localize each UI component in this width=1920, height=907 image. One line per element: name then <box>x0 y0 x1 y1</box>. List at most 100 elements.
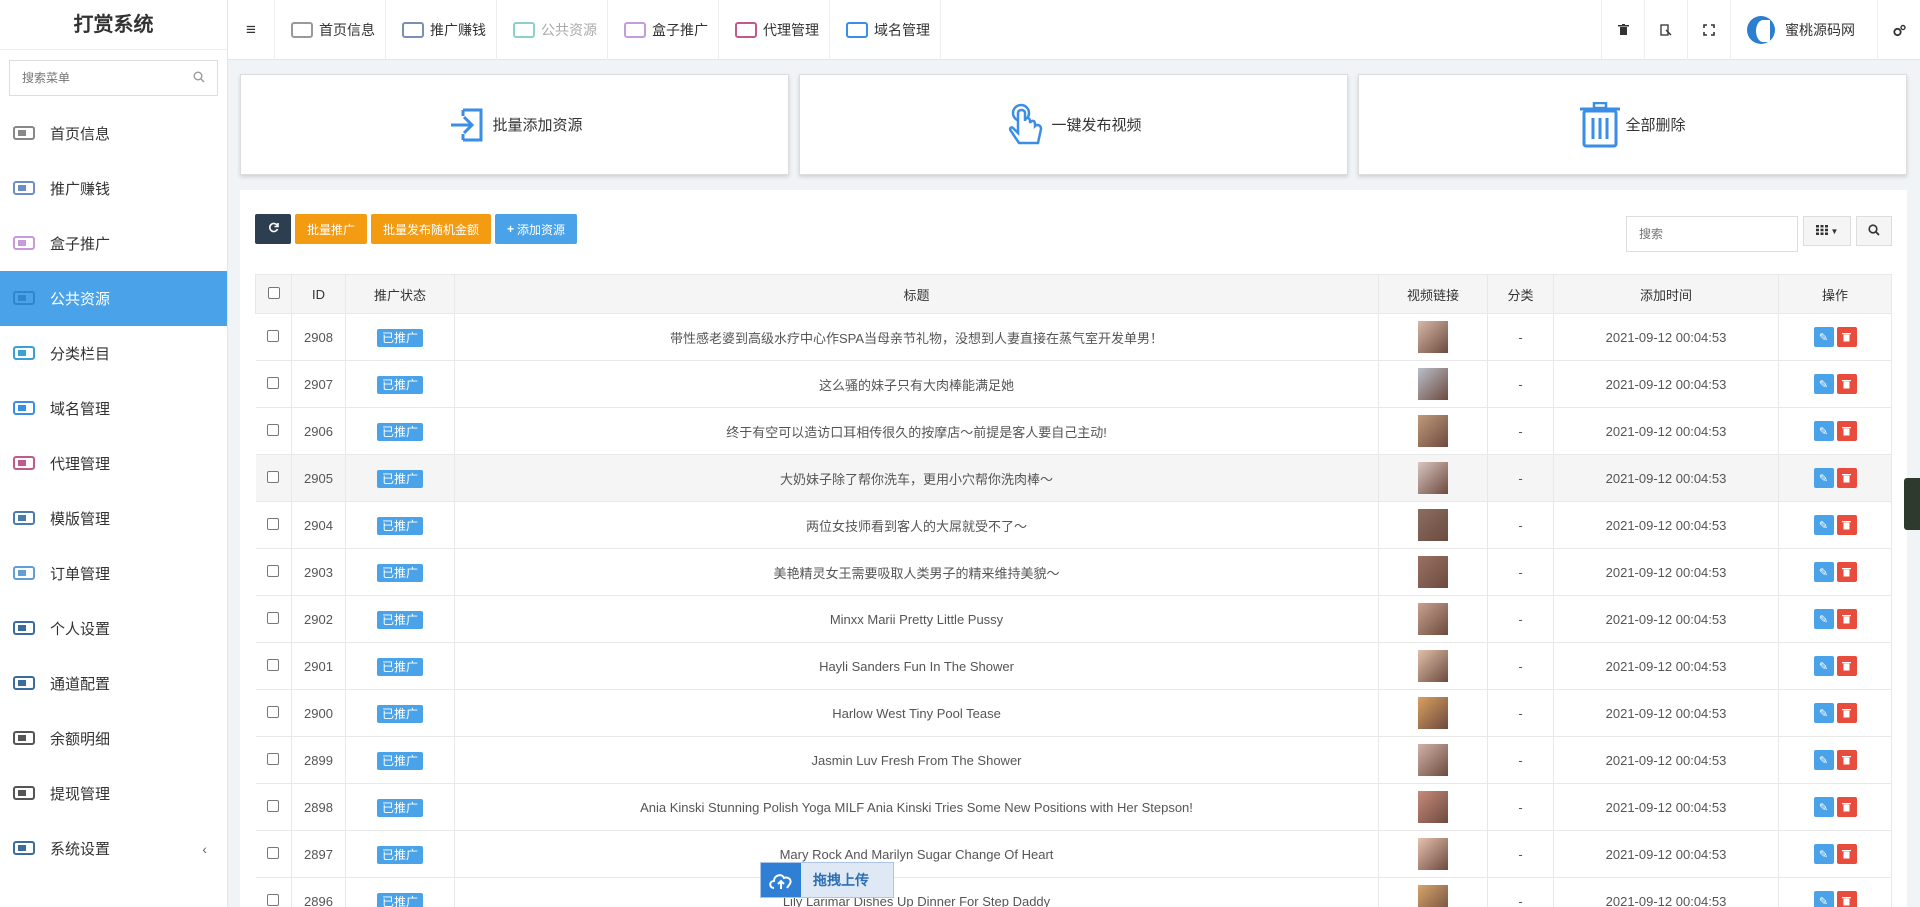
batch-add-card[interactable]: 批量添加资源 <box>240 74 789 175</box>
delete-icon[interactable] <box>1836 515 1857 535</box>
row-checkbox[interactable] <box>267 611 280 624</box>
sidebar-item-domain[interactable]: 域名管理 <box>0 381 227 436</box>
delete-icon[interactable] <box>1836 327 1857 347</box>
table-row[interactable]: 2908 已推广 带性感老婆到高级水疗中心作SPA当母亲节礼物，没想到人妻直接在蒸气… <box>255 313 1892 361</box>
row-checkbox[interactable] <box>267 846 280 859</box>
fullscreen-icon[interactable] <box>1687 0 1730 60</box>
col-header-category[interactable]: 分类 <box>1487 274 1554 314</box>
batch-promote-button[interactable]: 批量推广 <box>295 214 368 244</box>
table-row[interactable]: 2897 已推广 Mary Rock And Marilyn Sugar Chang… <box>255 830 1892 878</box>
row-checkbox[interactable] <box>267 564 280 577</box>
edit-icon[interactable]: ✎ <box>1813 797 1834 817</box>
menu-search[interactable] <box>9 60 218 96</box>
sidebar-item-channel[interactable]: 通道配置 <box>0 656 227 711</box>
batch-random-amount-button[interactable]: 批量发布随机金额 <box>371 214 492 244</box>
col-header-time[interactable]: 添加时间 <box>1553 274 1779 314</box>
delete-icon[interactable] <box>1836 468 1857 488</box>
delete-icon[interactable] <box>1836 609 1857 629</box>
video-thumbnail[interactable] <box>1418 368 1448 400</box>
video-thumbnail[interactable] <box>1418 697 1448 729</box>
sidebar-item-category[interactable]: 分类栏目 <box>0 326 227 381</box>
sidebar-item-order[interactable]: 订单管理 <box>0 546 227 601</box>
col-header-id[interactable]: ID <box>291 274 346 314</box>
row-checkbox[interactable] <box>267 329 280 342</box>
edit-icon[interactable]: ✎ <box>1813 421 1834 441</box>
settings-gear-icon[interactable] <box>1877 0 1920 60</box>
add-resource-button[interactable]: + 添加资源 <box>495 214 578 244</box>
sidebar-item-settings[interactable]: 系统设置 ‹ <box>0 821 227 876</box>
row-checkbox[interactable] <box>267 376 280 389</box>
row-checkbox[interactable] <box>267 517 280 530</box>
sidebar-item-promote[interactable]: 推广赚钱 <box>0 161 227 216</box>
row-checkbox[interactable] <box>267 752 280 765</box>
clear-cache-icon[interactable] <box>1644 0 1687 60</box>
row-checkbox[interactable] <box>267 799 280 812</box>
table-row[interactable]: 2904 已推广 两位女技师看到客人的大屌就受不了～ -2021-09-12 00:0… <box>255 501 1892 549</box>
table-row[interactable]: 2896 已推广 Lily Larimar Dishes Up Dinner For… <box>255 877 1892 907</box>
video-thumbnail[interactable] <box>1418 650 1448 682</box>
edit-icon[interactable]: ✎ <box>1813 562 1834 582</box>
user-menu[interactable]: 蜜桃源码网 <box>1730 0 1877 60</box>
menu-search-input[interactable] <box>22 71 193 85</box>
drag-upload-widget[interactable]: 拖拽上传 <box>760 862 894 898</box>
row-checkbox[interactable] <box>267 423 280 436</box>
delete-all-card[interactable]: 全部删除 <box>1358 74 1907 175</box>
table-row[interactable]: 2907 已推广 这么骚的妹子只有大肉棒能满足她 -2021-09-12 00:04:… <box>255 360 1892 408</box>
topnav-item-2[interactable]: 公共资源 <box>497 0 608 60</box>
trash-icon[interactable] <box>1601 0 1644 60</box>
edit-icon[interactable]: ✎ <box>1813 844 1834 864</box>
sidebar-item-withdraw[interactable]: 提现管理 <box>0 766 227 821</box>
table-row[interactable]: 2900 已推广 Harlow West Tiny Pool Tease -2021-… <box>255 689 1892 737</box>
sidebar-item-balance[interactable]: 余额明细 <box>0 711 227 766</box>
video-thumbnail[interactable] <box>1418 791 1448 823</box>
table-row[interactable]: 2906 已推广 终于有空可以造访口耳相传很久的按摩店～前提是客人要自己主动! -20… <box>255 407 1892 455</box>
video-thumbnail[interactable] <box>1418 509 1448 541</box>
sidebar-item-agent[interactable]: 代理管理 <box>0 436 227 491</box>
delete-icon[interactable] <box>1836 797 1857 817</box>
edit-icon[interactable]: ✎ <box>1813 374 1834 394</box>
refresh-button[interactable] <box>255 214 291 244</box>
row-checkbox[interactable] <box>267 705 280 718</box>
delete-icon[interactable] <box>1836 562 1857 582</box>
table-row[interactable]: 2902 已推广 Minxx Marii Pretty Little Pussy -2… <box>255 595 1892 643</box>
columns-toggle-button[interactable]: ▼ <box>1803 216 1851 246</box>
topnav-item-1[interactable]: 推广赚钱 <box>386 0 497 60</box>
video-thumbnail[interactable] <box>1418 556 1448 588</box>
search-icon[interactable] <box>193 71 205 86</box>
edit-icon[interactable]: ✎ <box>1813 750 1834 770</box>
select-all-checkbox[interactable] <box>267 286 280 299</box>
row-checkbox[interactable] <box>267 893 280 906</box>
delete-icon[interactable] <box>1836 891 1857 907</box>
hamburger-icon[interactable]: ≡ <box>228 0 275 60</box>
search-button[interactable] <box>1856 216 1892 246</box>
delete-icon[interactable] <box>1836 421 1857 441</box>
table-row[interactable]: 2901 已推广 Hayli Sanders Fun In The Shower -2… <box>255 642 1892 690</box>
delete-icon[interactable] <box>1836 844 1857 864</box>
table-row[interactable]: 2905 已推广 大奶妹子除了帮你洗车，更用小穴帮你洗肉棒～ -2021-09-12 … <box>255 454 1892 502</box>
sidebar-item-template[interactable]: 模版管理 <box>0 491 227 546</box>
table-search-input[interactable] <box>1626 216 1798 252</box>
delete-icon[interactable] <box>1836 703 1857 723</box>
delete-icon[interactable] <box>1836 750 1857 770</box>
sidebar-item-resource[interactable]: 公共资源 <box>0 271 227 326</box>
table-row[interactable]: 2899 已推广 Jasmin Luv Fresh From The Shower -… <box>255 736 1892 784</box>
edit-icon[interactable]: ✎ <box>1813 891 1834 907</box>
sidebar-item-home[interactable]: 首页信息 <box>0 106 227 161</box>
delete-icon[interactable] <box>1836 374 1857 394</box>
col-header-video[interactable]: 视频链接 <box>1378 274 1488 314</box>
topnav-item-5[interactable]: 域名管理 <box>830 0 941 60</box>
video-thumbnail[interactable] <box>1418 885 1448 907</box>
topnav-item-3[interactable]: 盒子推广 <box>608 0 719 60</box>
row-checkbox[interactable] <box>267 658 280 671</box>
row-checkbox[interactable] <box>267 470 280 483</box>
table-row[interactable]: 2903 已推广 美艳精灵女王需要吸取人类男子的精来维持美貌～ -2021-09-12… <box>255 548 1892 596</box>
publish-video-card[interactable]: 一键发布视频 <box>799 74 1348 175</box>
edit-icon[interactable]: ✎ <box>1813 656 1834 676</box>
side-scroll-tab[interactable] <box>1904 478 1920 530</box>
video-thumbnail[interactable] <box>1418 838 1448 870</box>
table-row[interactable]: 2898 已推广 Ania Kinski Stunning Polish Yoga … <box>255 783 1892 831</box>
topnav-item-4[interactable]: 代理管理 <box>719 0 830 60</box>
video-thumbnail[interactable] <box>1418 603 1448 635</box>
edit-icon[interactable]: ✎ <box>1813 515 1834 535</box>
col-header-status[interactable]: 推广状态 <box>345 274 455 314</box>
